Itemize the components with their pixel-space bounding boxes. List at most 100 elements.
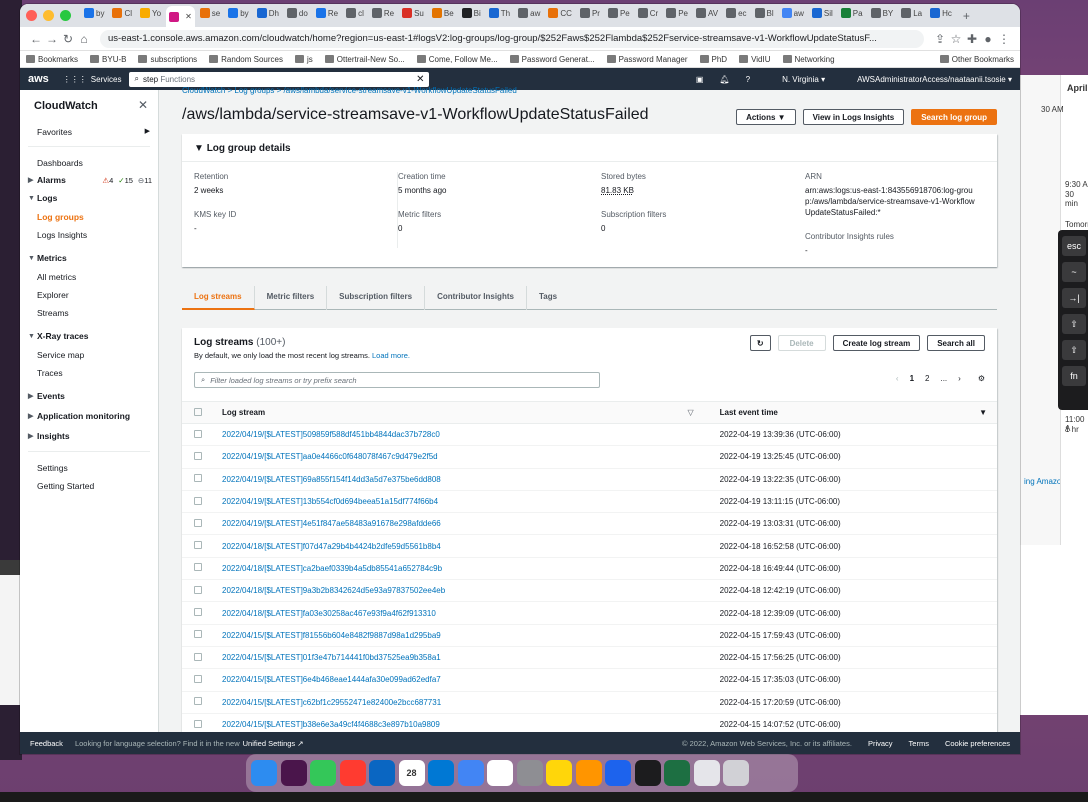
bookmark-item[interactable]: Networking [782,55,835,64]
refresh-button[interactable]: ↻ [749,335,771,351]
browser-tab[interactable]: do [284,4,311,22]
row-checkbox[interactable] [194,451,202,460]
actions-button[interactable]: Actions ▼ [736,109,796,125]
page-2-button[interactable]: 2 [925,374,929,383]
row-checkbox[interactable] [194,585,202,594]
settings-gear-icon[interactable]: ⚙ [978,374,985,383]
row-checkbox[interactable] [194,697,202,706]
browser-tab[interactable]: Dh [254,4,282,22]
terminal-icon[interactable] [634,760,661,786]
key-esc[interactable]: esc [1062,236,1086,256]
insufficient-count-badge[interactable]: ⊖11 [138,176,152,185]
messages-icon[interactable] [310,760,336,786]
browser-tab[interactable]: Cl [109,4,135,22]
sidebar-item-events[interactable]: ▶ Events [20,387,158,405]
key-shift[interactable]: ⇧ [1062,314,1086,334]
breadcrumb[interactable]: CloudWatch > Log groups > /aws/lambda/se… [182,86,997,96]
bookmark-item[interactable]: Password Manager [606,55,688,64]
clear-search-icon[interactable]: ✕ [416,74,424,85]
sidebar-item-getting-started[interactable]: Getting Started [20,476,158,494]
sidebar-item-logs[interactable]: ▼ Logs [20,189,158,207]
bookmark-item[interactable]: Random Sources [209,55,283,64]
browser-tab[interactable]: Sil [809,4,836,22]
close-window-icon[interactable] [26,10,37,21]
sidebar-item-all-metrics[interactable]: All metrics [20,267,158,285]
key-fn[interactable]: fn [1062,366,1086,386]
column-header-log-stream[interactable]: Log stream ▽ [222,401,708,424]
browser-tab[interactable]: Pa [838,4,866,22]
row-checkbox[interactable] [194,674,202,683]
row-checkbox[interactable] [194,496,202,505]
minimize-window-icon[interactable] [43,10,54,21]
key-tab[interactable]: →| [1062,288,1086,308]
filter-log-streams-input[interactable]: ⌕ Filter loaded log streams or try prefix… [194,372,600,388]
bookmark-item[interactable]: Password Generat... [509,55,595,64]
table-row[interactable]: 2022/04/18/[$LATEST]f07d47a29b4b4424b2df… [182,534,997,558]
chrome-icon[interactable] [457,760,484,786]
profile-icon[interactable]: ● [980,32,996,46]
log-stream-link[interactable]: 2022/04/19/[$LATEST]aa0e4466c0f648078f46… [222,452,438,461]
row-checkbox[interactable] [194,429,202,438]
log-stream-link[interactable]: 2022/04/19/[$LATEST]69a855f154f14dd3a5d7… [222,475,441,484]
close-sidebar-icon[interactable]: ✕ [138,98,148,112]
help-icon[interactable]: ? [746,75,750,84]
key-tilde[interactable]: ~ [1062,262,1086,282]
browser-tab[interactable]: aw [779,4,807,22]
bookmark-item[interactable]: VidIU [739,55,771,64]
browser-tab[interactable]: by [81,4,107,22]
new-tab-icon[interactable]: + [963,9,970,23]
bookmark-item[interactable]: PhD [699,55,727,64]
sidebar-item-insights[interactable]: ▶ Insights [20,427,158,445]
alarm-count-badge[interactable]: ⚠4 [102,176,113,185]
table-row[interactable]: 2022/04/19/[$LATEST]13b554cf0d694beea51a… [182,490,997,514]
row-checkbox[interactable] [194,652,202,661]
excel-icon[interactable] [664,760,690,786]
browser-tab[interactable]: Hc [927,4,955,22]
log-stream-link[interactable]: 2022/04/19/[$LATEST]509859f588df451bb484… [222,430,440,439]
browser-tab[interactable]: Be [429,4,457,22]
browser-tab[interactable]: Yo [137,4,164,22]
terminal-window[interactable] [0,575,22,705]
docker-icon[interactable] [605,760,631,786]
load-more-link[interactable]: Load more. [372,351,410,360]
select-all-checkbox[interactable] [194,407,202,416]
tab-subscription-filters[interactable]: Subscription filters [327,286,426,310]
browser-tab[interactable]: AV [693,4,721,22]
extensions-icon[interactable]: ✚ [964,32,980,46]
share-icon[interactable]: ⇪ [932,32,948,46]
create-log-stream-button[interactable]: Create log stream [832,335,921,351]
log-stream-link[interactable]: 2022/04/15/[$LATEST]b38e6e3a49cf4f4688c3… [222,720,440,729]
home-icon[interactable]: ⌂ [76,32,92,46]
pen-icon[interactable] [339,760,366,786]
browser-tab[interactable]: Pe [605,4,633,22]
forward-icon[interactable]: → [44,32,60,46]
browser-tab[interactable]: Pr [577,4,603,22]
sidebar-item-metrics[interactable]: ▼ Metrics [20,249,158,267]
key-shift[interactable]: ⇧ [1062,340,1086,360]
bookmark-item[interactable]: Come, Follow Me... [416,55,498,64]
table-row[interactable]: 2022/04/18/[$LATEST]9a3b2b8342624d5e93a9… [182,579,997,603]
ok-count-badge[interactable]: ✓15 [118,176,133,185]
log-stream-link[interactable]: 2022/04/15/[$LATEST]f81556b604e8482f9887… [222,631,441,640]
trash-icon[interactable] [723,760,749,786]
services-menu[interactable]: ⋮⋮⋮ Services [63,75,122,84]
reload-icon[interactable]: ↻ [60,32,76,46]
maximize-window-icon[interactable] [60,10,71,21]
sidebar-item-settings[interactable]: Settings [20,458,158,476]
privacy-link[interactable]: Privacy [868,739,893,748]
details-header[interactable]: ▼ Log group details [182,134,997,162]
stored-bytes-value[interactable]: 81.83 KB [601,185,791,196]
sidebar-item-explorer[interactable]: Explorer [20,285,158,303]
tab-tags[interactable]: Tags [527,286,569,310]
browser-tab[interactable]: Re [313,4,341,22]
cookie-preferences-link[interactable]: Cookie preferences [945,739,1010,748]
delete-button[interactable]: Delete [777,335,826,351]
close-tab-icon[interactable]: ✕ [185,12,192,21]
outlook-icon[interactable] [428,760,454,786]
tab-metric-filters[interactable]: Metric filters [255,286,328,310]
bookmark-item[interactable]: js [294,55,313,64]
row-checkbox[interactable] [194,719,202,728]
row-checkbox[interactable] [194,630,202,639]
prev-page-icon[interactable]: ‹ [896,374,899,383]
log-stream-link[interactable]: 2022/04/18/[$LATEST]9a3b2b8342624d5e93a9… [222,586,445,595]
